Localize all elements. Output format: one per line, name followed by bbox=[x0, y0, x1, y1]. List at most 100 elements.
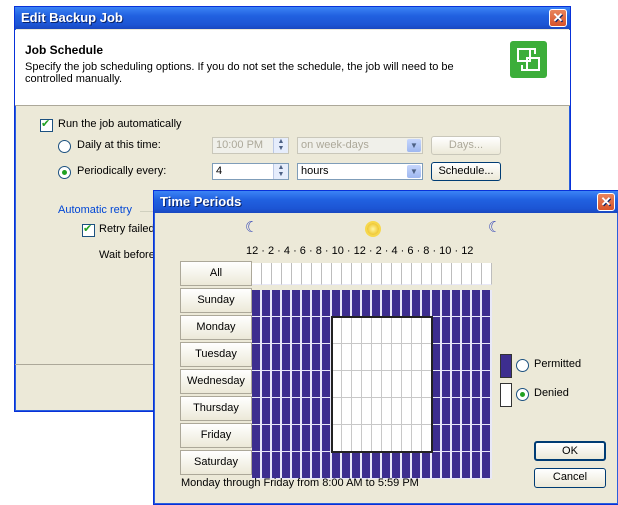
grid-cell[interactable] bbox=[442, 344, 452, 371]
grid-cell[interactable] bbox=[312, 344, 322, 371]
grid-cell[interactable] bbox=[342, 425, 352, 452]
grid-cell[interactable] bbox=[322, 263, 332, 285]
grid-cell[interactable] bbox=[412, 263, 422, 285]
grid-cell[interactable] bbox=[282, 452, 292, 479]
grid-cell[interactable] bbox=[392, 317, 402, 344]
grid-cell[interactable] bbox=[332, 263, 342, 285]
grid-cell[interactable] bbox=[472, 344, 482, 371]
grid-cell[interactable] bbox=[272, 371, 282, 398]
grid-cell[interactable] bbox=[452, 263, 462, 285]
grid-cell[interactable] bbox=[282, 290, 292, 317]
periodic-value-input[interactable]: 4 ▲ ▼ bbox=[212, 163, 289, 180]
grid-cell[interactable] bbox=[342, 263, 352, 285]
grid-cell[interactable] bbox=[482, 344, 492, 371]
grid-cell[interactable] bbox=[462, 398, 472, 425]
grid-cell[interactable] bbox=[382, 263, 392, 285]
grid-cell[interactable] bbox=[282, 425, 292, 452]
grid-cell[interactable] bbox=[332, 344, 342, 371]
grid-cell[interactable] bbox=[482, 317, 492, 344]
grid-cell[interactable] bbox=[332, 290, 342, 317]
grid-cell[interactable] bbox=[332, 317, 342, 344]
grid-cell[interactable] bbox=[302, 290, 312, 317]
daily-radio[interactable] bbox=[58, 140, 71, 153]
grid-cell[interactable] bbox=[482, 398, 492, 425]
grid-cell[interactable] bbox=[412, 371, 422, 398]
day-header-tuesday[interactable]: Tuesday bbox=[180, 342, 252, 367]
grid-cell[interactable] bbox=[352, 263, 362, 285]
day-header-sunday[interactable]: Sunday bbox=[180, 288, 252, 313]
grid-cell[interactable] bbox=[442, 452, 452, 479]
grid-cell[interactable] bbox=[432, 398, 442, 425]
grid-cell[interactable] bbox=[322, 398, 332, 425]
time-grid[interactable] bbox=[252, 263, 492, 479]
grid-cell[interactable] bbox=[382, 398, 392, 425]
grid-cell[interactable] bbox=[452, 344, 462, 371]
grid-cell[interactable] bbox=[272, 425, 282, 452]
grid-cell[interactable] bbox=[282, 317, 292, 344]
grid-cell[interactable] bbox=[302, 371, 312, 398]
grid-cell[interactable] bbox=[302, 263, 312, 285]
grid-cell[interactable] bbox=[262, 263, 272, 285]
grid-cell[interactable] bbox=[432, 290, 442, 317]
grid-cell[interactable] bbox=[462, 317, 472, 344]
grid-cell[interactable] bbox=[312, 398, 322, 425]
grid-cell[interactable] bbox=[312, 317, 322, 344]
grid-cell[interactable] bbox=[282, 344, 292, 371]
grid-cell[interactable] bbox=[262, 344, 272, 371]
run-auto-checkbox[interactable] bbox=[40, 117, 53, 132]
grid-cell[interactable] bbox=[372, 290, 382, 317]
grid-cell[interactable] bbox=[442, 290, 452, 317]
grid-cell[interactable] bbox=[272, 317, 282, 344]
tp-close-button[interactable]: ✕ bbox=[597, 193, 615, 211]
grid-cell[interactable] bbox=[322, 452, 332, 479]
grid-cell[interactable] bbox=[402, 425, 412, 452]
grid-cell[interactable] bbox=[272, 452, 282, 479]
grid-cell[interactable] bbox=[462, 371, 472, 398]
grid-cell[interactable] bbox=[292, 425, 302, 452]
grid-cell[interactable] bbox=[292, 344, 302, 371]
grid-cell[interactable] bbox=[392, 398, 402, 425]
grid-cell[interactable] bbox=[292, 398, 302, 425]
grid-cell[interactable] bbox=[432, 425, 442, 452]
grid-cell[interactable] bbox=[462, 425, 472, 452]
grid-cell[interactable] bbox=[252, 290, 262, 317]
grid-cell[interactable] bbox=[442, 263, 452, 285]
grid-cell[interactable] bbox=[362, 425, 372, 452]
denied-radio[interactable] bbox=[516, 388, 529, 401]
grid-cell[interactable] bbox=[452, 290, 462, 317]
grid-cell[interactable] bbox=[362, 263, 372, 285]
grid-cell[interactable] bbox=[452, 452, 462, 479]
grid-cell[interactable] bbox=[372, 263, 382, 285]
grid-cell[interactable] bbox=[442, 425, 452, 452]
grid-cell[interactable] bbox=[412, 452, 422, 479]
grid-cell[interactable] bbox=[372, 317, 382, 344]
grid-cell[interactable] bbox=[452, 371, 462, 398]
grid-cell[interactable] bbox=[402, 344, 412, 371]
grid-cell[interactable] bbox=[312, 263, 322, 285]
main-close-button[interactable]: ✕ bbox=[549, 9, 567, 27]
grid-cell[interactable] bbox=[382, 344, 392, 371]
grid-cell[interactable] bbox=[412, 317, 422, 344]
grid-cell[interactable] bbox=[332, 371, 342, 398]
grid-cell[interactable] bbox=[342, 344, 352, 371]
grid-cell[interactable] bbox=[262, 317, 272, 344]
day-header-thursday[interactable]: Thursday bbox=[180, 396, 252, 421]
grid-cell[interactable] bbox=[362, 452, 372, 479]
grid-cell[interactable] bbox=[292, 371, 302, 398]
grid-cell[interactable] bbox=[362, 371, 372, 398]
grid-cell[interactable] bbox=[402, 317, 412, 344]
grid-cell[interactable] bbox=[422, 398, 432, 425]
grid-cell[interactable] bbox=[372, 344, 382, 371]
grid-cell[interactable] bbox=[252, 398, 262, 425]
grid-cell[interactable] bbox=[252, 344, 262, 371]
grid-cell[interactable] bbox=[472, 452, 482, 479]
grid-cell[interactable] bbox=[442, 371, 452, 398]
grid-cell[interactable] bbox=[382, 425, 392, 452]
schedule-button[interactable]: Schedule... bbox=[431, 162, 501, 181]
grid-cell[interactable] bbox=[472, 290, 482, 317]
grid-cell[interactable] bbox=[272, 398, 282, 425]
grid-cell[interactable] bbox=[412, 290, 422, 317]
grid-cell[interactable] bbox=[252, 425, 262, 452]
grid-cell[interactable] bbox=[392, 290, 402, 317]
grid-cell[interactable] bbox=[312, 425, 322, 452]
